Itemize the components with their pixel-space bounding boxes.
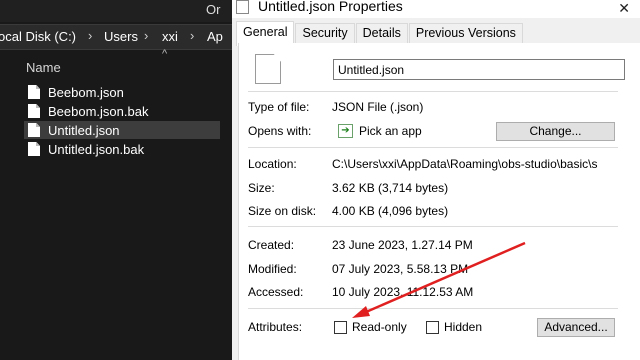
file-name-input[interactable] [333,59,625,80]
created-value: 23 June 2023, 1.27.14 PM [332,238,473,252]
column-header-name[interactable]: Name [26,60,61,75]
tab-strip: General Security Details Previous Versio… [236,21,524,46]
file-icon [28,85,40,99]
file-name: Beebom.json [48,84,124,100]
location-label: Location: [248,157,297,171]
breadcrumb-users[interactable]: Users [104,29,138,44]
tab-security[interactable]: Security [295,23,355,44]
hidden-checkbox[interactable] [426,321,439,334]
tab-details[interactable]: Details [355,23,408,44]
size-on-disk-value: 4.00 KB (4,096 bytes) [332,204,449,218]
location-value: C:\Users\xxi\AppData\Roaming\obs-studio\… [332,157,598,171]
file-name: Untitled.json.bak [48,141,145,157]
file-row[interactable]: Untitled.json.bak [24,140,220,158]
sort-up-icon: ^ [162,48,168,60]
file-explorer-window: Or ocal Disk (C:) › Users › xxi › Ap ^ N… [0,0,232,360]
chevron-right-icon[interactable]: › [190,28,194,43]
change-button[interactable]: Change... [496,122,615,141]
advanced-button[interactable]: Advanced... [537,318,615,337]
type-of-file-label: Type of file: [248,100,310,114]
divider [248,226,618,227]
divider [248,147,618,148]
file-type-icon [255,54,281,84]
size-value: 3.62 KB (3,714 bytes) [332,181,449,195]
file-name: Untitled.json [48,122,120,138]
breadcrumb-local-disk[interactable]: ocal Disk (C:) [0,29,76,44]
read-only-label[interactable]: Read-only [352,320,407,334]
size-on-disk-label: Size on disk: [248,204,317,218]
ribbon-fragment: Or [206,2,221,17]
breadcrumb-appdata[interactable]: Ap [207,29,223,44]
pick-app-icon: ➔ [338,124,353,138]
general-tab-panel: Type of file: JSON File (.json) Opens wi… [238,43,640,360]
close-icon[interactable]: ✕ [618,0,630,17]
document-icon [236,0,249,14]
divider [248,91,618,92]
dialog-title: Untitled.json Properties [258,0,403,14]
attributes-label: Attributes: [248,320,303,334]
breadcrumb-xxi[interactable]: xxi [162,29,178,44]
modified-label: Modified: [248,262,297,276]
modified-value: 07 July 2023, 5.58.13 PM [332,262,469,276]
file-icon [28,142,40,156]
divider [248,308,618,309]
opens-with-label: Opens with: [248,124,312,138]
file-row[interactable]: Beebom.json.bak [24,102,220,120]
file-row[interactable]: Beebom.json [24,83,220,101]
tab-previous-versions[interactable]: Previous Versions [408,23,523,44]
file-icon [28,123,40,137]
type-of-file-value: JSON File (.json) [332,100,424,114]
file-icon [28,104,40,118]
accessed-value: 10 July 2023, 11.12.53 AM [332,285,474,299]
properties-dialog: Untitled.json Properties ✕ General Secur… [232,0,640,360]
explorer-ribbon: Or [0,0,232,22]
created-label: Created: [248,238,295,252]
file-name: Beebom.json.bak [48,103,149,119]
chevron-right-icon[interactable]: › [88,28,92,43]
hidden-label[interactable]: Hidden [444,320,482,334]
accessed-label: Accessed: [248,285,304,299]
size-label: Size: [248,181,275,195]
address-bar[interactable]: ocal Disk (C:) › Users › xxi › Ap [0,24,232,50]
dialog-title-bar[interactable]: Untitled.json Properties ✕ [232,0,640,18]
chevron-right-icon[interactable]: › [144,28,148,43]
read-only-checkbox[interactable] [334,321,347,334]
file-row-selected[interactable]: Untitled.json [24,121,220,139]
opens-with-value: Pick an app [359,124,422,138]
